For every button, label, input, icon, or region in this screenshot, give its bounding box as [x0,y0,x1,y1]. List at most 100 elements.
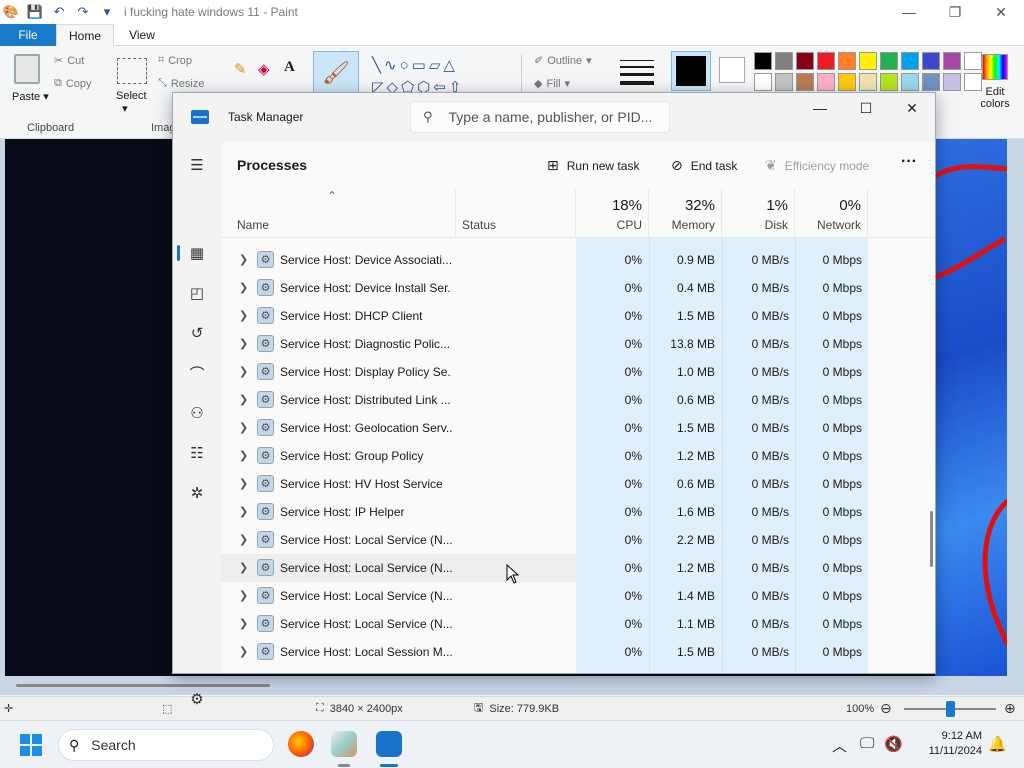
column-name[interactable]: ⌃ Name [221,189,456,238]
palette-swatch[interactable] [901,52,919,70]
palette-swatch[interactable] [901,73,919,91]
show-hidden-icons-chevron[interactable]: ︿ [832,735,847,756]
palette-swatch[interactable] [817,73,835,91]
copy-button[interactable]: ⧉ Copy [54,77,92,90]
zoom-out-button[interactable]: ⊖ [880,700,892,717]
process-row[interactable]: ❯ ⚙ Service Host: Device Associati... 0% 0.9… [221,246,935,274]
column-network[interactable]: 0% Network [795,189,868,238]
palette-swatch[interactable] [943,52,961,70]
palette-swatch[interactable] [796,52,814,70]
column-memory[interactable]: 32% Memory [649,189,722,238]
palette-swatch[interactable] [817,52,835,70]
network-icon[interactable]: 🖵 [860,735,874,752]
process-row[interactable]: ❯ ⚙ Service Host: Local Session M... 0% 1.5 … [221,638,935,666]
users-icon[interactable]: ⚇ [185,401,209,425]
redo-icon[interactable]: ↷ [74,4,92,20]
expand-chevron-icon[interactable]: ❯ [239,309,248,322]
column-status[interactable]: Status [456,189,576,238]
taskbar-clock[interactable]: 9:12 AM 11/11/2024 [912,729,982,759]
task-manager-taskbar-icon[interactable] [376,731,402,757]
performance-icon[interactable]: ◰ [185,281,209,305]
expand-chevron-icon[interactable]: ❯ [239,477,248,490]
process-search-input[interactable]: ⚲ Type a name, publisher, or PID... [410,101,670,133]
undo-icon[interactable]: ↶ [50,4,68,20]
more-options-icon[interactable]: ··· [901,153,917,171]
edit-colors-button[interactable]: Edit colors [975,54,1015,110]
paint-minimize-button[interactable]: — [886,0,932,24]
outline-dropdown[interactable]: ✐ Outline ▾ [534,54,592,68]
zoom-slider-thumb[interactable] [946,701,955,717]
column-cpu[interactable]: 18% CPU [576,189,649,238]
process-row[interactable]: ❯ ⚙ Service Host: Local Service (N... 0% 1.2… [221,554,935,582]
zoom-in-button[interactable]: ⊕ [1004,700,1016,717]
palette-swatch[interactable] [838,73,856,91]
save-icon[interactable]: 💾 [26,4,44,20]
customize-toolbar-icon[interactable]: ▾ [98,4,116,20]
settings-gear-icon[interactable]: ⚙ [185,687,209,711]
run-new-task-button[interactable]: ⊞ Run new task [547,157,639,174]
palette-swatch[interactable] [754,52,772,70]
palette-swatch[interactable] [880,52,898,70]
process-row[interactable]: ❯ ⚙ Service Host: Diagnostic Polic... 0% 13.… [221,330,935,358]
brushes-button[interactable]: 🖌 [313,51,359,95]
resize-button[interactable]: ⤡ Resize [158,77,204,90]
palette-swatch[interactable] [859,52,877,70]
efficiency-mode-button[interactable]: ❦ Efficiency mode [765,157,869,174]
volume-muted-icon[interactable]: 🔇 [884,735,903,753]
fill-bucket-icon[interactable]: ◈ [258,60,270,78]
palette-swatch[interactable] [775,52,793,70]
select-icon[interactable] [117,58,147,84]
fill-dropdown[interactable]: ◆ Fill ▾ [534,77,570,91]
process-row[interactable]: ❯ ⚙ Service Host: Device Install Ser... 0% 0… [221,274,935,302]
process-row[interactable]: ❯ ⚙ Service Host: Local Service (N... 0% 2.2… [221,526,935,554]
palette-swatch[interactable] [880,73,898,91]
expand-chevron-icon[interactable]: ❯ [239,645,248,658]
process-row[interactable]: ❯ ⚙ Service Host: Group Policy 0% 1.2 MB 0 MB… [221,442,935,470]
notification-bell-icon[interactable]: 🔔 [988,735,1007,753]
tab-view[interactable]: View [118,24,166,46]
process-row[interactable]: ❯ ⚙ Service Host: Display Policy Se... 0% 1.… [221,358,935,386]
start-button[interactable] [20,734,42,756]
paint-restore-button[interactable]: ❐ [932,0,978,24]
expand-chevron-icon[interactable]: ❯ [239,533,248,546]
pencil-icon[interactable]: ✎ [234,60,247,78]
process-row[interactable]: ❯ ⚙ Service Host: Local Service (N... 0% 1.4… [221,582,935,610]
horizontal-scrollbar[interactable] [16,684,270,687]
process-row[interactable]: ❯ ⚙ Service Host: Geolocation Serv... 0% 1.5… [221,414,935,442]
hamburger-menu-icon[interactable]: ☰ [185,153,209,177]
palette-swatch[interactable] [922,52,940,70]
crop-button[interactable]: ⌗ Crop [158,54,192,67]
process-list-scrollbar[interactable] [930,511,933,567]
palette-swatch[interactable] [838,52,856,70]
expand-chevron-icon[interactable]: ❯ [239,617,248,630]
text-tool-icon[interactable]: A [284,59,295,76]
tm-minimize-button[interactable]: — [797,93,843,123]
expand-chevron-icon[interactable]: ❯ [239,253,248,266]
expand-chevron-icon[interactable]: ❯ [239,561,248,574]
app-history-icon[interactable]: ↺ [185,321,209,345]
tm-close-button[interactable]: ✕ [889,93,935,123]
palette-swatch[interactable] [859,73,877,91]
size-button[interactable] [620,60,654,90]
palette-swatch[interactable] [754,73,772,91]
palette-swatch[interactable] [796,73,814,91]
process-row[interactable]: ❯ ⚙ Service Host: Distributed Link ... 0% 0.… [221,386,935,414]
expand-chevron-icon[interactable]: ❯ [239,505,248,518]
palette-swatch[interactable] [775,73,793,91]
services-icon[interactable]: ✲ [185,481,209,505]
process-row[interactable]: ❯ ⚙ Service Host: HV Host Service 0% 0.6 MB 0… [221,470,935,498]
paint-close-button[interactable]: ✕ [978,0,1024,24]
expand-chevron-icon[interactable]: ❯ [239,337,248,350]
select-button[interactable]: Select ▾ [116,90,147,115]
cut-button[interactable]: ✂ Cut [54,54,84,68]
expand-chevron-icon[interactable]: ❯ [239,393,248,406]
expand-chevron-icon[interactable]: ❯ [239,281,248,294]
tm-maximize-button[interactable]: ☐ [843,93,889,123]
processes-icon[interactable]: ▦ [185,241,209,265]
process-row[interactable]: ❯ ⚙ Service Host: Local Service (N... 0% 1.1… [221,610,935,638]
expand-chevron-icon[interactable]: ❯ [239,421,248,434]
end-task-button[interactable]: ⊘ End task [671,157,737,174]
firefox-icon[interactable] [288,731,314,757]
color-1-selector[interactable] [671,51,711,91]
expand-chevron-icon[interactable]: ❯ [239,365,248,378]
